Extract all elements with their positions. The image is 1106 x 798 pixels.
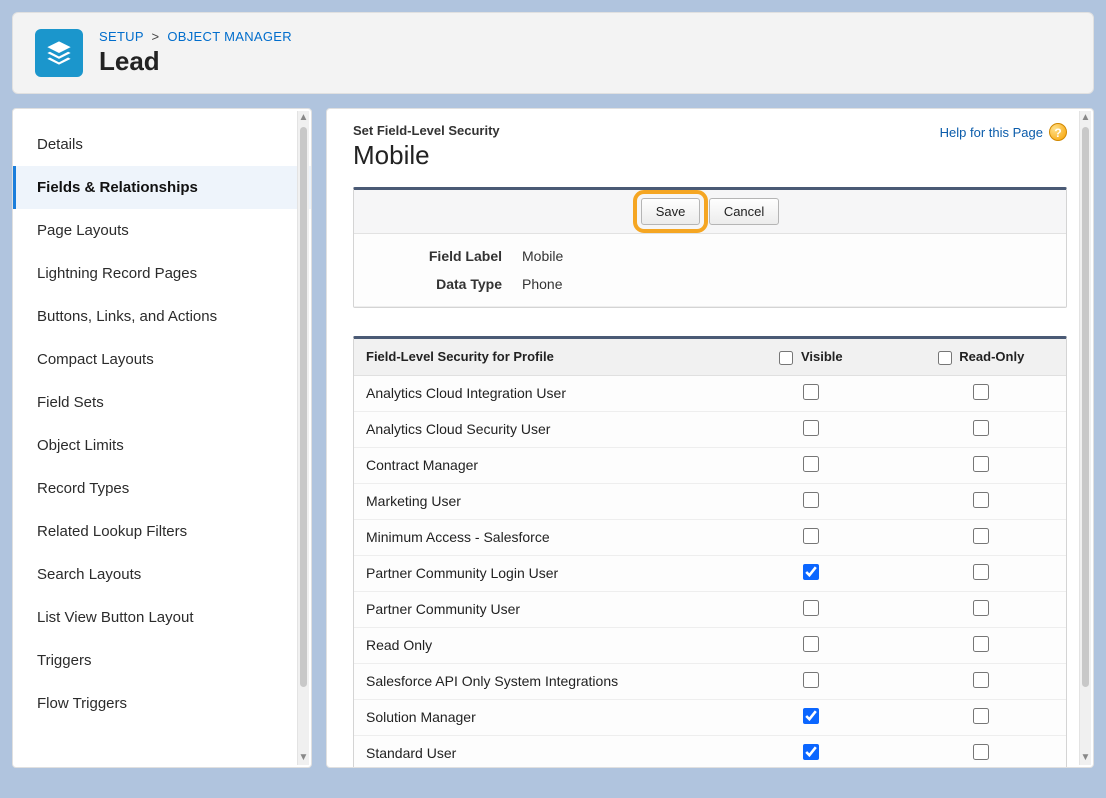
main-scrollbar[interactable]: ▲ ▼ (1079, 111, 1091, 765)
readonly-checkbox[interactable] (973, 744, 989, 760)
readonly-checkbox[interactable] (973, 420, 989, 436)
page-title: Lead (99, 46, 292, 77)
breadcrumb-setup[interactable]: SETUP (99, 29, 144, 44)
visible-checkbox[interactable] (803, 600, 819, 616)
scroll-down-icon[interactable]: ▼ (298, 751, 309, 765)
section-label: Set Field-Level Security (353, 123, 500, 138)
fls-row: Read Only (354, 628, 1066, 664)
sidebar-item-page-layouts[interactable]: Page Layouts (13, 209, 311, 252)
help-link[interactable]: Help for this Page ? (940, 123, 1067, 141)
visible-checkbox[interactable] (803, 420, 819, 436)
sidebar: DetailsFields & RelationshipsPage Layout… (13, 109, 311, 767)
sidebar-item-buttons-links-and-actions[interactable]: Buttons, Links, and Actions (13, 295, 311, 338)
data-type-value: Phone (522, 276, 1048, 292)
scroll-up-icon[interactable]: ▲ (298, 111, 309, 125)
fls-row: Minimum Access - Salesforce (354, 520, 1066, 556)
fls-profile-name: Salesforce API Only System Integrations (354, 665, 726, 697)
fls-profile-name: Analytics Cloud Security User (354, 413, 726, 445)
visible-checkbox[interactable] (803, 384, 819, 400)
fls-profile-name: Contract Manager (354, 449, 726, 481)
sidebar-item-details[interactable]: Details (13, 123, 311, 166)
scrollbar-thumb[interactable] (1082, 127, 1089, 687)
readonly-all-checkbox[interactable] (938, 351, 952, 365)
fls-row: Partner Community User (354, 592, 1066, 628)
field-label-caption: Field Label (372, 248, 522, 264)
fls-header: Field-Level Security for Profile Visible… (354, 339, 1066, 376)
fls-row: Contract Manager (354, 448, 1066, 484)
fls-row: Marketing User (354, 484, 1066, 520)
fls-profile-name: Partner Community Login User (354, 557, 726, 589)
sidebar-item-fields-relationships[interactable]: Fields & Relationships (13, 166, 311, 209)
section-title: Mobile (353, 140, 500, 171)
fls-row: Analytics Cloud Integration User (354, 376, 1066, 412)
visible-checkbox[interactable] (803, 708, 819, 724)
fls-profile-name: Solution Manager (354, 701, 726, 733)
visible-checkbox[interactable] (803, 636, 819, 652)
save-button[interactable]: Save (641, 198, 701, 225)
readonly-checkbox[interactable] (973, 600, 989, 616)
scroll-up-icon[interactable]: ▲ (1080, 111, 1091, 125)
sidebar-item-search-layouts[interactable]: Search Layouts (13, 553, 311, 596)
sidebar-scrollbar[interactable]: ▲ ▼ (297, 111, 309, 765)
fls-profile-name: Analytics Cloud Integration User (354, 377, 726, 409)
visible-checkbox[interactable] (803, 744, 819, 760)
visible-all-checkbox[interactable] (779, 351, 793, 365)
help-icon: ? (1049, 123, 1067, 141)
visible-checkbox[interactable] (803, 528, 819, 544)
fls-row: Solution Manager (354, 700, 1066, 736)
readonly-checkbox[interactable] (973, 672, 989, 688)
fls-profile-name: Standard User (354, 737, 726, 767)
fls-profile-name: Marketing User (354, 485, 726, 517)
fls-row: Salesforce API Only System Integrations (354, 664, 1066, 700)
fls-profile-name: Partner Community User (354, 593, 726, 625)
data-type-caption: Data Type (372, 276, 522, 292)
sidebar-item-compact-layouts[interactable]: Compact Layouts (13, 338, 311, 381)
sidebar-item-object-limits[interactable]: Object Limits (13, 424, 311, 467)
page-header: SETUP > OBJECT MANAGER Lead (12, 12, 1094, 94)
readonly-checkbox[interactable] (973, 636, 989, 652)
readonly-checkbox[interactable] (973, 708, 989, 724)
sidebar-item-list-view-button-layout[interactable]: List View Button Layout (13, 596, 311, 639)
fls-header-profile: Field-Level Security for Profile (354, 339, 726, 374)
fls-header-visible: Visible (801, 349, 843, 364)
object-icon (35, 29, 83, 77)
sidebar-item-field-sets[interactable]: Field Sets (13, 381, 311, 424)
button-bar: Save Cancel (354, 190, 1066, 234)
readonly-checkbox[interactable] (973, 456, 989, 472)
scroll-down-icon[interactable]: ▼ (1080, 751, 1091, 765)
readonly-checkbox[interactable] (973, 564, 989, 580)
visible-checkbox[interactable] (803, 492, 819, 508)
readonly-checkbox[interactable] (973, 384, 989, 400)
fls-row: Analytics Cloud Security User (354, 412, 1066, 448)
readonly-checkbox[interactable] (973, 528, 989, 544)
scrollbar-thumb[interactable] (300, 127, 307, 687)
fls-header-readonly: Read-Only (959, 349, 1024, 364)
breadcrumb: SETUP > OBJECT MANAGER (99, 29, 292, 44)
readonly-checkbox[interactable] (973, 492, 989, 508)
sidebar-item-related-lookup-filters[interactable]: Related Lookup Filters (13, 510, 311, 553)
visible-checkbox[interactable] (803, 456, 819, 472)
sidebar-item-lightning-record-pages[interactable]: Lightning Record Pages (13, 252, 311, 295)
sidebar-item-record-types[interactable]: Record Types (13, 467, 311, 510)
fls-panel: Field-Level Security for Profile Visible… (353, 336, 1067, 767)
visible-checkbox[interactable] (803, 672, 819, 688)
breadcrumb-object-manager[interactable]: OBJECT MANAGER (167, 29, 292, 44)
fls-profile-name: Read Only (354, 629, 726, 661)
cancel-button[interactable]: Cancel (709, 198, 779, 225)
help-link-label: Help for this Page (940, 125, 1043, 140)
fls-row: Partner Community Login User (354, 556, 1066, 592)
sidebar-item-triggers[interactable]: Triggers (13, 639, 311, 682)
visible-checkbox[interactable] (803, 564, 819, 580)
field-label-value: Mobile (522, 248, 1048, 264)
sidebar-item-flow-triggers[interactable]: Flow Triggers (13, 682, 311, 725)
field-info-panel: Save Cancel Field Label Mobile Data Type… (353, 187, 1067, 308)
fls-profile-name: Minimum Access - Salesforce (354, 521, 726, 553)
fls-row: Standard User (354, 736, 1066, 767)
